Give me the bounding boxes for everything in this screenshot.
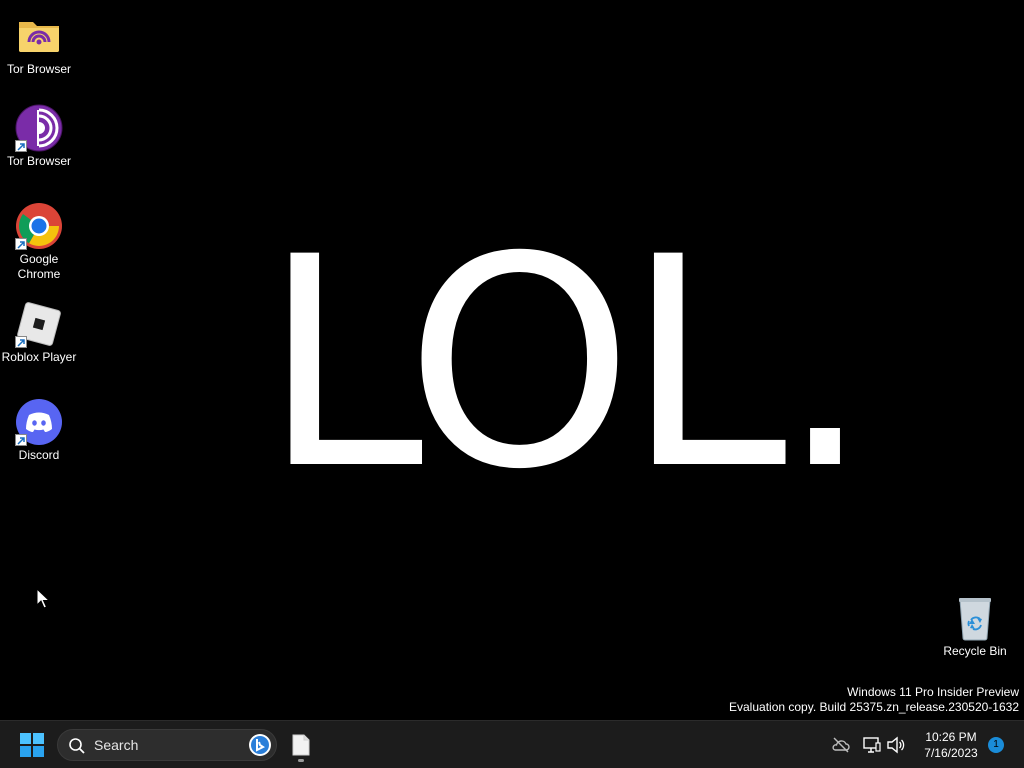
notification-badge[interactable]: 1 bbox=[988, 737, 1004, 753]
watermark-line-edition: Windows 11 Pro Insider Preview bbox=[847, 685, 1019, 699]
chrome-icon bbox=[15, 202, 63, 250]
desktop-icon-roblox-player[interactable]: Roblox Player bbox=[0, 300, 78, 365]
desktop-icon-tor-browser-folder[interactable]: Tor Browser bbox=[0, 12, 78, 77]
desktop-icon-label: Roblox Player bbox=[1, 350, 77, 364]
start-button[interactable] bbox=[12, 725, 52, 765]
onedrive-offline-icon[interactable] bbox=[831, 735, 851, 755]
desktop-icon-label: Tor Browser bbox=[6, 154, 71, 168]
desktop[interactable]: LOL. Tor Browser Tor Browser Google Chro… bbox=[0, 0, 1024, 720]
tor-browser-icon bbox=[15, 104, 63, 152]
clock-date: 7/16/2023 bbox=[924, 746, 978, 760]
search-icon bbox=[69, 738, 85, 754]
roblox-icon bbox=[15, 300, 63, 348]
desktop-icon-recycle-bin[interactable]: Recycle Bin bbox=[936, 594, 1014, 659]
desktop-icon-google-chrome[interactable]: Google Chrome bbox=[0, 202, 78, 282]
desktop-icon-label: Discord bbox=[18, 448, 60, 462]
mouse-cursor-icon bbox=[36, 587, 51, 615]
taskbar-app-file[interactable] bbox=[284, 725, 318, 765]
desktop-icon-tor-browser[interactable]: Tor Browser bbox=[0, 104, 78, 169]
discord-icon bbox=[15, 398, 63, 446]
windows-watermark: Windows 11 Pro Insider Preview Evaluatio… bbox=[729, 685, 1019, 715]
desktop-icon-label: Tor Browser bbox=[6, 62, 71, 76]
folder-icon bbox=[15, 12, 63, 60]
clock-time: 10:26 PM bbox=[925, 730, 977, 744]
shortcut-arrow-icon bbox=[15, 140, 27, 152]
wallpaper-text: LOL. bbox=[262, 196, 871, 533]
shortcut-arrow-icon bbox=[15, 336, 27, 348]
volume-icon[interactable] bbox=[886, 735, 906, 755]
network-icon[interactable] bbox=[862, 735, 882, 755]
watermark-line-build: Evaluation copy. Build 25375.zn_release.… bbox=[729, 700, 1019, 714]
taskbar-clock[interactable]: 10:26 PM 7/16/2023 bbox=[918, 729, 984, 761]
shortcut-arrow-icon bbox=[15, 238, 27, 250]
desktop-icon-discord[interactable]: Discord bbox=[0, 398, 78, 463]
desktop-icon-label: Recycle Bin bbox=[943, 644, 1007, 658]
taskbar-search-box[interactable]: Search bbox=[57, 729, 277, 761]
shortcut-arrow-icon bbox=[15, 434, 27, 446]
windows-start-icon bbox=[20, 733, 44, 757]
file-icon bbox=[292, 734, 310, 756]
bing-icon[interactable] bbox=[248, 733, 272, 757]
taskbar: Search 10:26 PM 7/16/2023 1 bbox=[0, 720, 1024, 768]
running-indicator bbox=[298, 759, 304, 762]
desktop-icon-label: Google Chrome bbox=[17, 252, 61, 281]
search-label: Search bbox=[94, 737, 139, 753]
recycle-bin-icon bbox=[951, 594, 999, 642]
